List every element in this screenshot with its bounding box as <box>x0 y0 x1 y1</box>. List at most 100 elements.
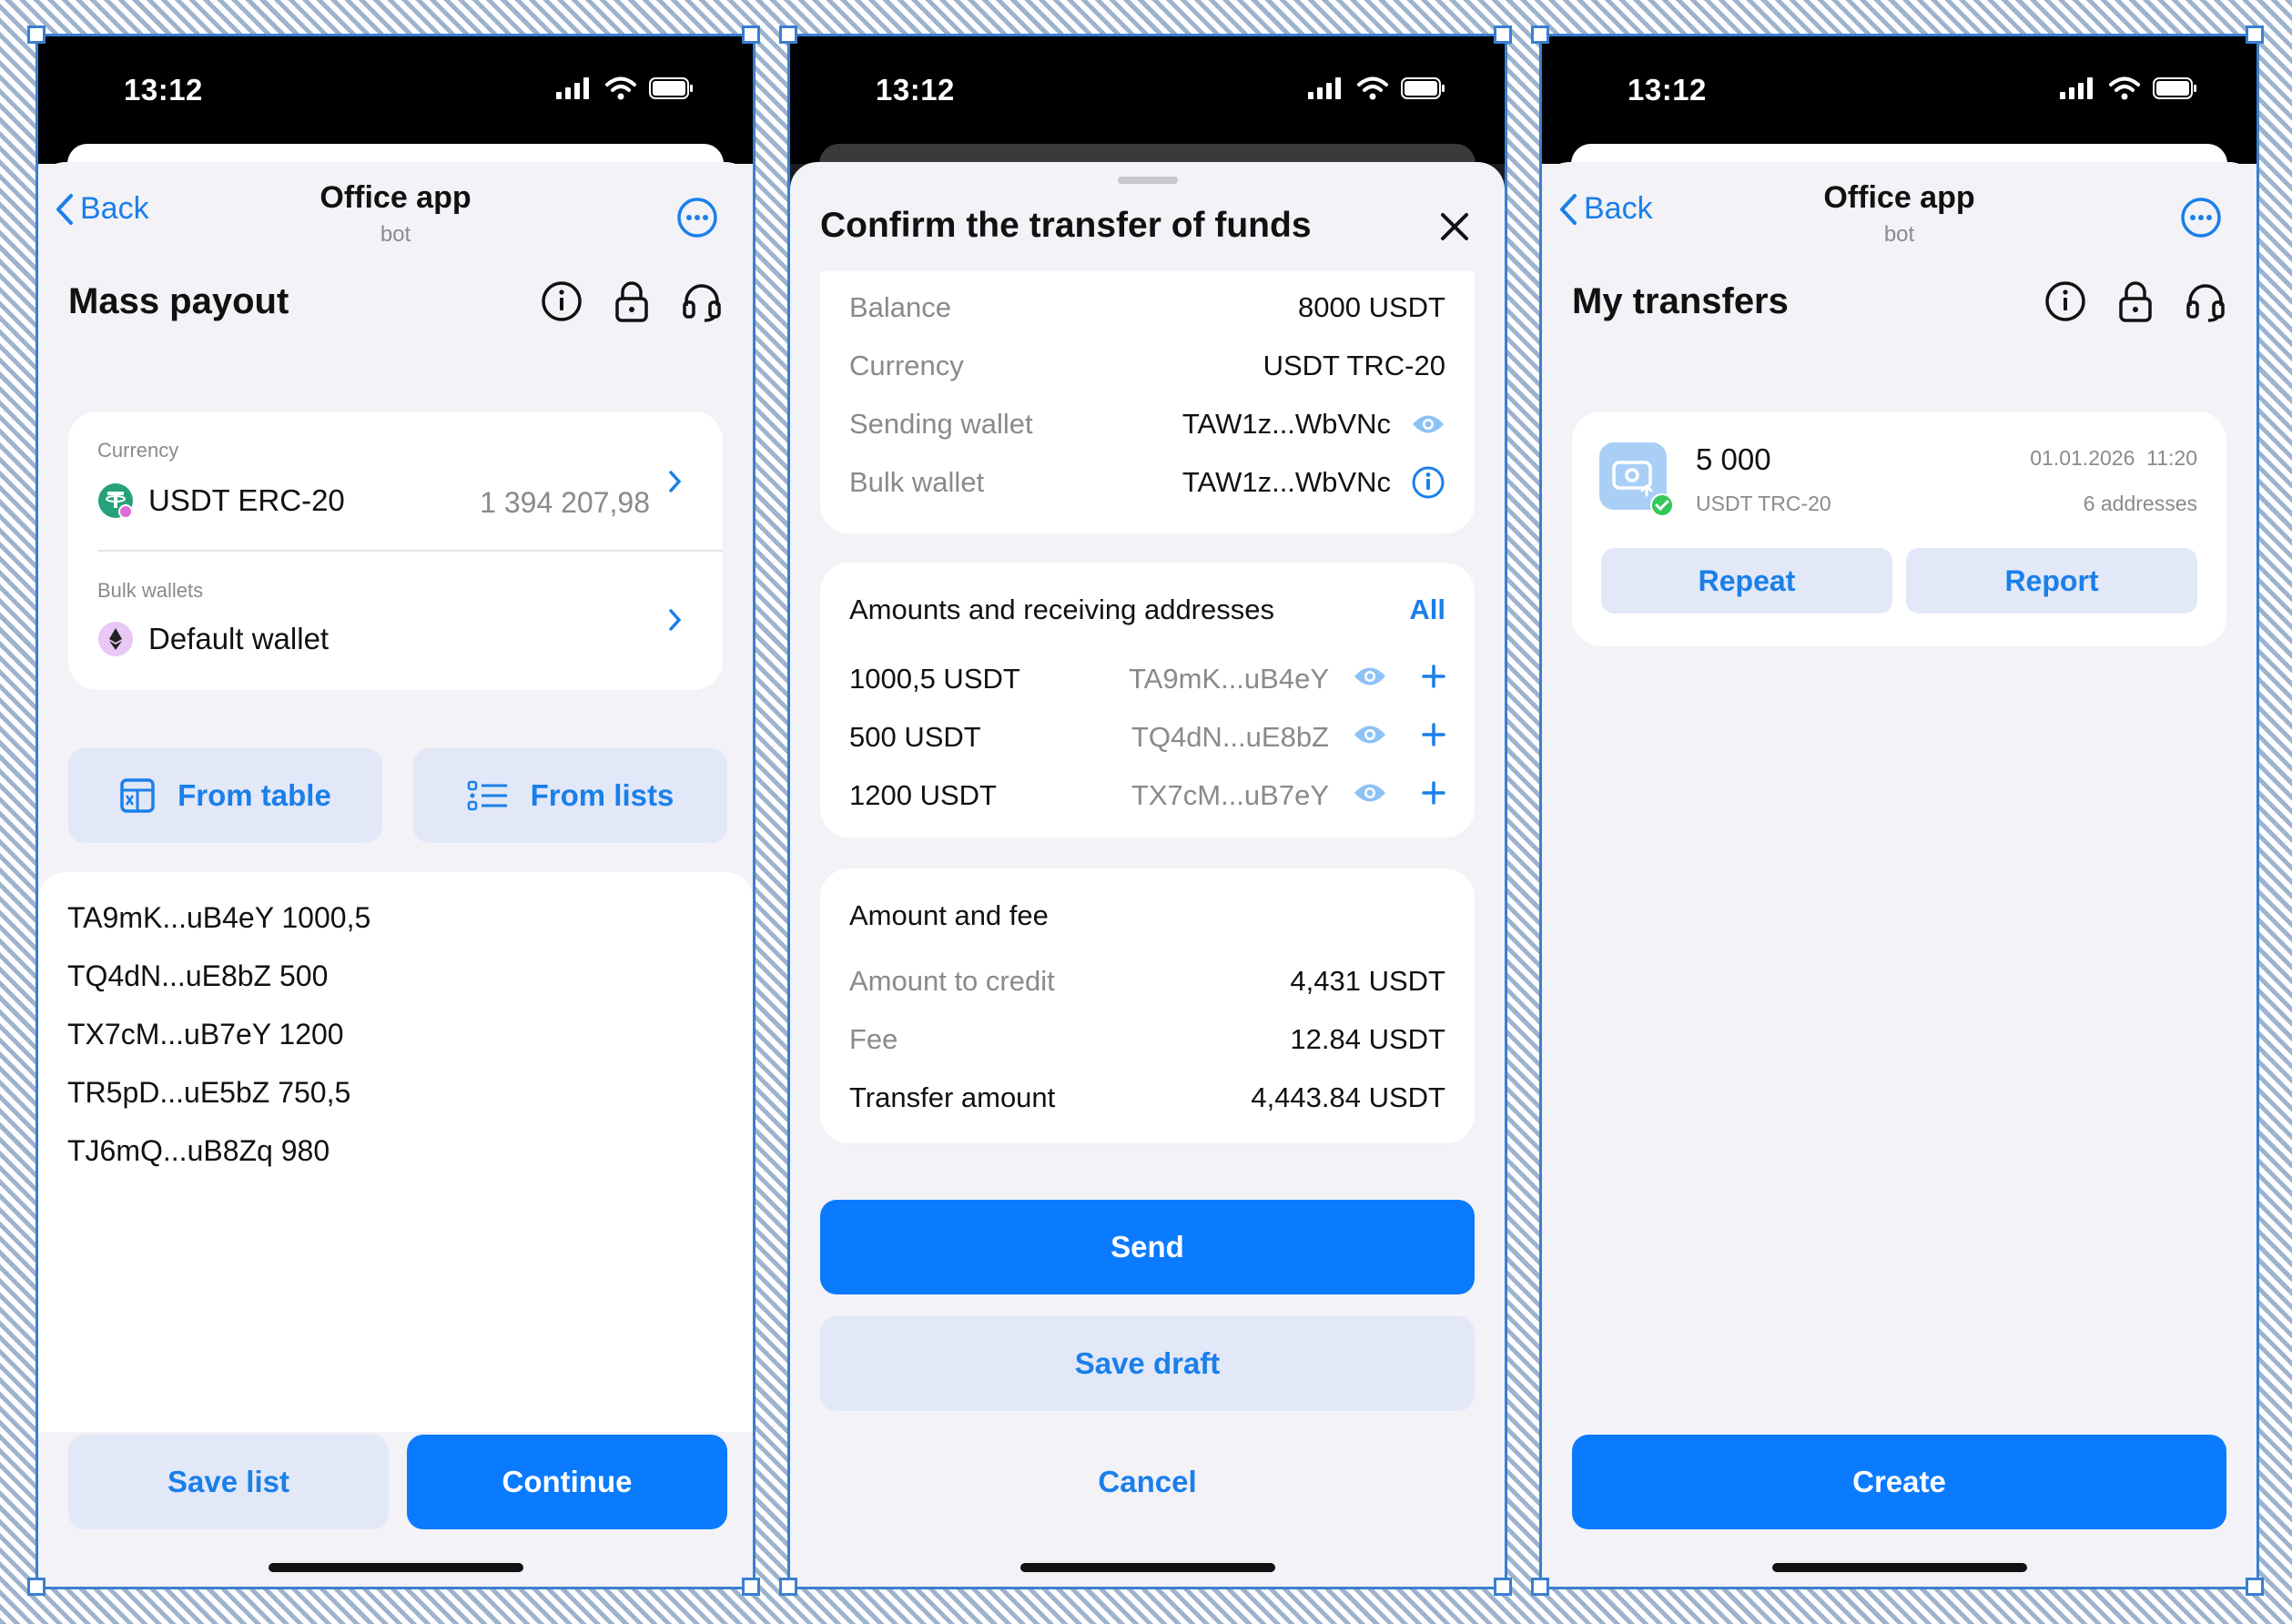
reveal-button[interactable] <box>1411 412 1445 436</box>
currency-name: USDT ERC-20 <box>148 483 345 517</box>
transfer-amount-value: 4,443.84 USDT <box>1251 1081 1445 1113</box>
ethereum-icon <box>98 622 133 656</box>
continue-button[interactable]: Continue <box>407 1435 727 1529</box>
bulk-wallet-value: TAW1z...WbVNc <box>1181 466 1391 498</box>
signal-icon <box>2060 77 2093 99</box>
cancel-button[interactable]: Cancel <box>820 1435 1475 1529</box>
signal-icon <box>556 77 589 99</box>
selection-handle[interactable] <box>742 25 760 44</box>
summary-card: Balance 8000 USDT Currency USDT TRC-20 Sen… <box>820 271 1475 533</box>
list-item: TJ6mQ...uB8Zq 980 <box>67 1134 330 1167</box>
more-button[interactable] <box>676 197 718 243</box>
home-indicator <box>1771 1563 2027 1572</box>
battery-icon <box>2153 77 2196 99</box>
close-icon <box>1441 213 1468 240</box>
selection-handle[interactable] <box>742 1578 760 1596</box>
status-time: 13:12 <box>124 73 203 107</box>
selection-handle[interactable] <box>27 1578 46 1596</box>
transfer-icon <box>1599 442 1674 517</box>
check-icon <box>1650 493 1674 517</box>
from-lists-button[interactable]: From lists <box>413 748 727 843</box>
headset-icon[interactable] <box>681 280 723 322</box>
list-item: 500 USDT TQ4dN...uE8bZ <box>849 719 1445 756</box>
app-title: Office app <box>319 180 472 215</box>
navigation-bar: Back Office app bot <box>38 162 753 262</box>
app-title: Office app <box>1823 180 1975 215</box>
plus-icon[interactable] <box>1422 779 1445 812</box>
page-title: Mass payout <box>68 280 289 321</box>
currency-row[interactable]: Currency USDT ERC-20 1 394 207,98 <box>68 411 723 550</box>
amounts-card: Amounts and receiving addresses All 1000,… <box>820 563 1475 837</box>
amounts-title: Amounts and receiving addresses <box>849 594 1274 625</box>
selection-handle[interactable] <box>1494 1578 1512 1596</box>
list-item: 1200 USDT TX7cM...uB7eY <box>849 777 1445 814</box>
signal-icon <box>1308 77 1341 99</box>
confirm-transfer-screen: 13:12 Confirm the transfer of funds Bala… <box>787 34 1507 1589</box>
lock-icon[interactable] <box>614 280 650 322</box>
eye-icon[interactable] <box>1353 663 1387 695</box>
wifi-icon <box>2109 76 2140 100</box>
more-icon <box>677 198 717 238</box>
status-time: 13:12 <box>876 73 955 107</box>
lock-icon[interactable] <box>2117 280 2154 322</box>
info-icon[interactable] <box>2044 280 2086 322</box>
selection-handle[interactable] <box>1494 25 1512 44</box>
more-icon <box>2181 198 2221 238</box>
selection-handle[interactable] <box>1531 1578 1549 1596</box>
save-list-button[interactable]: Save list <box>68 1435 389 1529</box>
more-button[interactable] <box>2180 197 2222 243</box>
create-button[interactable]: Create <box>1572 1435 2226 1529</box>
tether-icon <box>98 483 133 519</box>
home-indicator <box>268 1563 523 1572</box>
sending-wallet-value: TAW1z...WbVNc <box>1181 408 1391 440</box>
plus-icon[interactable] <box>1422 663 1445 695</box>
chevron-right-icon <box>669 471 682 492</box>
app-subtitle: bot <box>380 222 411 247</box>
selection-handle[interactable] <box>1531 25 1549 44</box>
repeat-button[interactable]: Repeat <box>1601 548 1892 614</box>
currency-balance: 1 394 207,98 <box>480 486 650 519</box>
fee-card: Amount and fee Amount to credit 4,431 USD… <box>820 868 1475 1143</box>
headset-icon[interactable] <box>2185 280 2226 322</box>
transfer-currency: USDT TRC-20 <box>1696 492 1831 515</box>
mass-payout-screen: 13:12 Back Office app bot Mass payout Cu… <box>35 34 756 1589</box>
close-button[interactable] <box>1439 211 1470 247</box>
list-item: TR5pD...uE5bZ 750,5 <box>67 1076 351 1109</box>
plus-icon[interactable] <box>1422 721 1445 754</box>
selection-handle[interactable] <box>27 25 46 44</box>
selection-handle[interactable] <box>779 1578 797 1596</box>
send-button[interactable]: Send <box>820 1200 1475 1294</box>
from-table-button[interactable]: From table <box>68 748 382 843</box>
wifi-icon <box>605 76 636 100</box>
list-item: TQ4dN...uE8bZ 500 <box>67 959 329 992</box>
chevron-right-icon <box>669 609 682 631</box>
eye-icon[interactable] <box>1353 779 1387 812</box>
info-icon[interactable] <box>541 280 583 322</box>
page-title: My transfers <box>1572 280 1789 321</box>
battery-icon <box>1401 77 1445 99</box>
bulk-wallet-row[interactable]: Bulk wallets Default wallet <box>68 552 723 690</box>
balance-value: 8000 USDT <box>1298 291 1445 323</box>
all-link[interactable]: All <box>1409 594 1445 626</box>
info-button[interactable] <box>1411 465 1445 500</box>
sheet-grabber[interactable] <box>1117 177 1178 184</box>
wifi-icon <box>1357 76 1388 100</box>
my-transfers-screen: 13:12 Back Office app bot My transfers 5… <box>1539 34 2259 1589</box>
navigation-bar: Back Office app bot <box>1542 162 2257 262</box>
list-item: 1000,5 USDT TA9mK...uB4eY <box>849 661 1445 697</box>
report-button[interactable]: Report <box>1906 548 2197 614</box>
selection-handle[interactable] <box>2246 25 2264 44</box>
amount-to-credit-value: 4,431 USDT <box>1290 965 1445 997</box>
list-icon <box>467 780 507 811</box>
transfer-card[interactable]: 5 000 USDT TRC-20 01.01.2026 11:20 6 add… <box>1572 411 2226 646</box>
fee-value: 12.84 USDT <box>1290 1023 1445 1055</box>
list-item: TA9mK...uB4eY 1000,5 <box>67 901 371 934</box>
transfer-date: 01.01.2026 11:20 <box>2030 446 2197 470</box>
status-time: 13:12 <box>1628 73 1707 107</box>
save-draft-button[interactable]: Save draft <box>820 1316 1475 1411</box>
eye-icon[interactable] <box>1353 721 1387 754</box>
selection-handle[interactable] <box>2246 1578 2264 1596</box>
selection-handle[interactable] <box>779 25 797 44</box>
currency-value: USDT TRC-20 <box>1263 350 1445 381</box>
app-subtitle: bot <box>1883 222 1915 247</box>
